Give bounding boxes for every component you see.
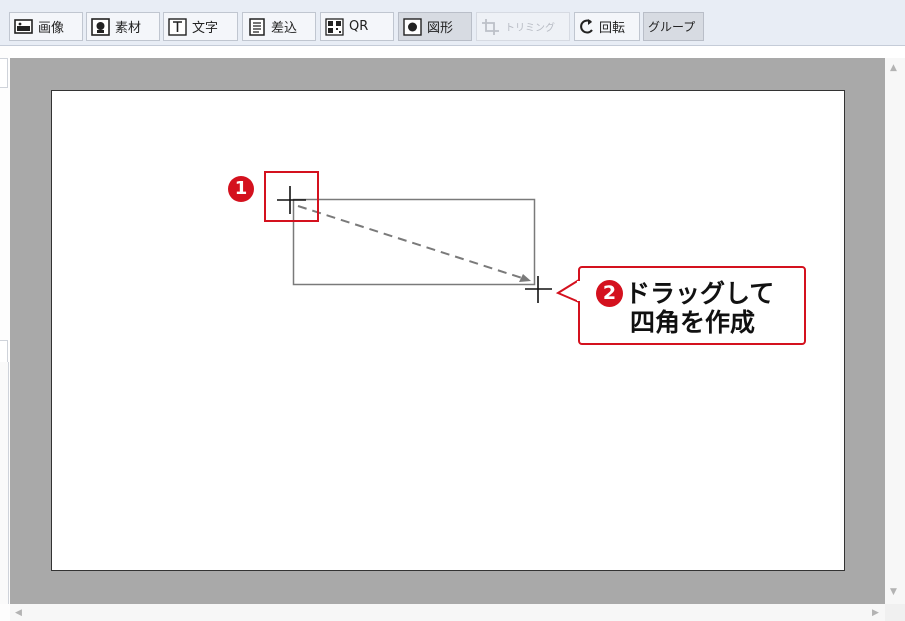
text-button[interactable]: 文字	[163, 12, 238, 41]
horizontal-scrollbar[interactable]: ◀ ▶	[10, 604, 885, 621]
image-button-label: 画像	[38, 21, 65, 36]
shape-button-label: 図形	[427, 21, 454, 36]
scroll-right-icon[interactable]: ▶	[872, 609, 879, 618]
group-button[interactable]: グループ	[643, 12, 704, 41]
scroll-up-icon[interactable]: ▲	[890, 64, 897, 73]
qr-button-label: QR	[349, 19, 369, 34]
material-button[interactable]: 素材	[86, 12, 160, 41]
toolbar: 画像 素材 文字 差込 QR 図形 トリミング 回転 グループ	[0, 0, 905, 46]
text-icon	[168, 17, 188, 36]
scrollbar-corner	[885, 604, 905, 621]
image-button[interactable]: 画像	[9, 12, 83, 41]
left-panel-edge	[0, 362, 9, 604]
rotate-button[interactable]: 回転	[574, 12, 640, 41]
crop-icon	[481, 18, 501, 36]
instruction-callout: 2 ドラッグして 四角を作成	[578, 266, 806, 345]
shape-icon	[403, 17, 423, 36]
left-panel-tab[interactable]	[0, 340, 8, 364]
crop-button-label: トリミング	[505, 23, 555, 34]
insert-icon	[247, 17, 267, 36]
step-1-badge: 1	[228, 176, 254, 202]
vertical-scrollbar[interactable]: ▲ ▼	[885, 58, 905, 604]
step-2-badge: 2	[596, 280, 623, 307]
scroll-down-icon[interactable]: ▼	[890, 588, 897, 597]
callout-line-1: ドラッグして	[625, 279, 775, 308]
crop-button[interactable]: トリミング	[476, 12, 570, 41]
scroll-left-icon[interactable]: ◀	[15, 609, 22, 618]
callout-line-2: 四角を作成	[630, 308, 756, 337]
callout-pointer-join	[577, 281, 581, 301]
group-button-label: グループ	[648, 20, 696, 34]
qr-button[interactable]: QR	[320, 12, 394, 41]
shape-button[interactable]: 図形	[398, 12, 472, 41]
rotate-button-label: 回転	[599, 21, 626, 36]
material-icon	[91, 17, 111, 36]
qr-icon	[325, 17, 345, 36]
text-button-label: 文字	[192, 21, 219, 36]
insert-button-label: 差込	[271, 21, 298, 36]
insert-button[interactable]: 差込	[242, 12, 316, 41]
material-button-label: 素材	[115, 21, 142, 36]
left-panel-tab[interactable]	[0, 58, 8, 88]
rotate-icon	[579, 18, 595, 36]
image-icon	[14, 18, 34, 36]
